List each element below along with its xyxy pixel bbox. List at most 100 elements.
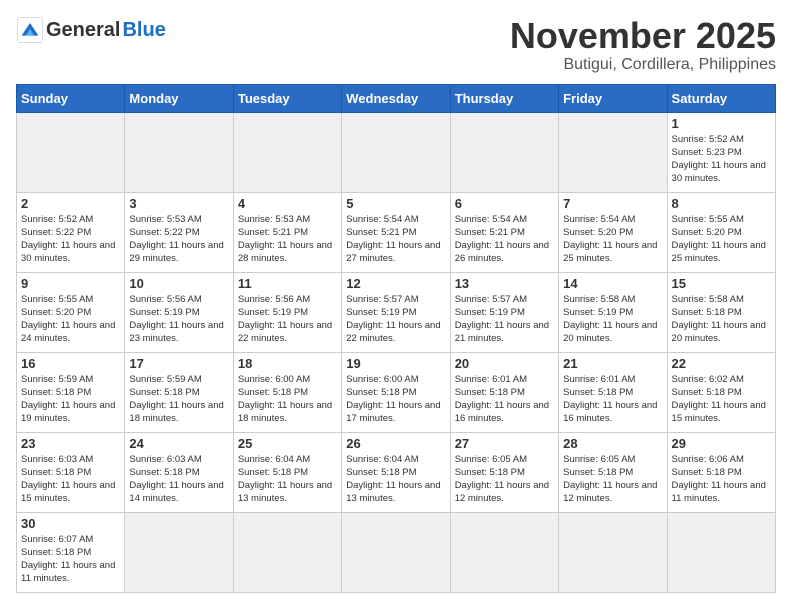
calendar-cell: 3Sunrise: 5:53 AMSunset: 5:22 PMDaylight… — [125, 192, 233, 272]
weekday-header-row: SundayMondayTuesdayWednesdayThursdayFrid… — [17, 84, 776, 112]
day-number: 18 — [238, 356, 337, 371]
calendar-cell: 29 Sunrise: 6:06 AMSunset: 5:18 PMDayligh… — [667, 432, 775, 512]
calendar-cell — [233, 112, 341, 192]
calendar-cell: 11Sunrise: 5:56 AMSunset: 5:19 PMDayligh… — [233, 272, 341, 352]
calendar-cell: 16Sunrise: 5:59 AMSunset: 5:18 PMDayligh… — [17, 352, 125, 432]
calendar-cell: 17Sunrise: 5:59 AMSunset: 5:18 PMDayligh… — [125, 352, 233, 432]
calendar-cell: 5Sunrise: 5:54 AMSunset: 5:21 PMDaylight… — [342, 192, 450, 272]
calendar-cell: 27 Sunrise: 6:05 AMSunset: 5:18 PMDayligh… — [450, 432, 558, 512]
calendar-cell: 26Sunrise: 6:04 AMSunset: 5:18 PMDayligh… — [342, 432, 450, 512]
calendar-cell — [342, 112, 450, 192]
day-number: 8 — [672, 196, 771, 211]
logo: GeneralBlue — [16, 16, 166, 44]
generalblue-icon — [16, 16, 44, 44]
day-info: Sunrise: 6:00 AMSunset: 5:18 PMDaylight:… — [346, 373, 445, 426]
calendar-cell: 1Sunrise: 5:52 AMSunset: 5:23 PMDaylight… — [667, 112, 775, 192]
day-info: Sunrise: 5:56 AMSunset: 5:19 PMDaylight:… — [238, 293, 337, 346]
calendar-cell — [342, 512, 450, 592]
calendar-cell: 25 Sunrise: 6:04 AMSunset: 5:18 PMDayligh… — [233, 432, 341, 512]
weekday-header-thursday: Thursday — [450, 84, 558, 112]
calendar-cell — [17, 112, 125, 192]
day-number: 29 — [672, 436, 771, 451]
day-number: 28 — [563, 436, 662, 451]
calendar-cell: 24 Sunrise: 6:03 AMSunset: 5:18 PMDayligh… — [125, 432, 233, 512]
day-number: 25 — [238, 436, 337, 451]
calendar-cell: 23Sunrise: 6:03 AMSunset: 5:18 PMDayligh… — [17, 432, 125, 512]
day-info: Sunrise: 5:57 AMSunset: 5:19 PMDaylight:… — [346, 293, 445, 346]
weekday-header-saturday: Saturday — [667, 84, 775, 112]
day-info: Sunrise: 5:54 AMSunset: 5:21 PMDaylight:… — [455, 213, 554, 266]
week-row-2: 2Sunrise: 5:52 AMSunset: 5:22 PMDaylight… — [17, 192, 776, 272]
day-number: 4 — [238, 196, 337, 211]
calendar-cell: 13 Sunrise: 5:57 AMSunset: 5:19 PMDayligh… — [450, 272, 558, 352]
day-number: 10 — [129, 276, 228, 291]
day-info: Sunrise: 5:57 AMSunset: 5:19 PMDaylight:… — [455, 293, 554, 346]
day-number: 2 — [21, 196, 120, 211]
calendar-cell — [125, 112, 233, 192]
week-row-6: 30 Sunrise: 6:07 AMSunset: 5:18 PMDayligh… — [17, 512, 776, 592]
calendar-cell: 22Sunrise: 6:02 AMSunset: 5:18 PMDayligh… — [667, 352, 775, 432]
day-info: Sunrise: 6:06 AMSunset: 5:18 PMDaylight:… — [672, 453, 771, 506]
day-number: 22 — [672, 356, 771, 371]
calendar-cell: 19 Sunrise: 6:00 AMSunset: 5:18 PMDayligh… — [342, 352, 450, 432]
day-number: 24 — [129, 436, 228, 451]
weekday-header-sunday: Sunday — [17, 84, 125, 112]
day-info: Sunrise: 6:04 AMSunset: 5:18 PMDaylight:… — [238, 453, 337, 506]
calendar-cell — [233, 512, 341, 592]
calendar-cell — [559, 512, 667, 592]
calendar-cell: 6Sunrise: 5:54 AMSunset: 5:21 PMDaylight… — [450, 192, 558, 272]
day-number: 26 — [346, 436, 445, 451]
day-info: Sunrise: 5:52 AMSunset: 5:23 PMDaylight:… — [672, 133, 771, 186]
day-number: 7 — [563, 196, 662, 211]
calendar-cell: 18Sunrise: 6:00 AMSunset: 5:18 PMDayligh… — [233, 352, 341, 432]
calendar-cell: 4 Sunrise: 5:53 AMSunset: 5:21 PMDaylight… — [233, 192, 341, 272]
day-number: 15 — [672, 276, 771, 291]
day-number: 27 — [455, 436, 554, 451]
weekday-header-monday: Monday — [125, 84, 233, 112]
calendar-cell — [667, 512, 775, 592]
day-info: Sunrise: 6:05 AMSunset: 5:18 PMDaylight:… — [455, 453, 554, 506]
week-row-5: 23Sunrise: 6:03 AMSunset: 5:18 PMDayligh… — [17, 432, 776, 512]
day-info: Sunrise: 5:54 AMSunset: 5:20 PMDaylight:… — [563, 213, 662, 266]
day-info: Sunrise: 5:53 AMSunset: 5:21 PMDaylight:… — [238, 213, 337, 266]
weekday-header-wednesday: Wednesday — [342, 84, 450, 112]
month-title: November 2025 — [510, 16, 776, 56]
day-info: Sunrise: 6:03 AMSunset: 5:18 PMDaylight:… — [129, 453, 228, 506]
day-info: Sunrise: 5:53 AMSunset: 5:22 PMDaylight:… — [129, 213, 228, 266]
day-info: Sunrise: 5:58 AMSunset: 5:19 PMDaylight:… — [563, 293, 662, 346]
day-info: Sunrise: 6:01 AMSunset: 5:18 PMDaylight:… — [563, 373, 662, 426]
day-info: Sunrise: 6:01 AMSunset: 5:18 PMDaylight:… — [455, 373, 554, 426]
day-number: 12 — [346, 276, 445, 291]
calendar-cell: 8 Sunrise: 5:55 AMSunset: 5:20 PMDaylight… — [667, 192, 775, 272]
week-row-4: 16 Sunrise: 5:59 AMSunset: 5:18 PMDayligh… — [17, 352, 776, 432]
day-info: Sunrise: 5:55 AMSunset: 5:20 PMDaylight:… — [672, 213, 771, 266]
day-number: 14 — [563, 276, 662, 291]
header: GeneralBlue November 2025 Butigui, Cordi… — [16, 16, 776, 74]
day-info: Sunrise: 5:54 AMSunset: 5:21 PMDaylight:… — [346, 213, 445, 266]
day-number: 30 — [21, 516, 120, 531]
calendar-cell: 21 Sunrise: 6:01 AMSunset: 5:18 PMDayligh… — [559, 352, 667, 432]
day-number: 9 — [21, 276, 120, 291]
day-info: Sunrise: 5:58 AMSunset: 5:18 PMDaylight:… — [672, 293, 771, 346]
title-area: November 2025 Butigui, Cordillera, Phili… — [510, 16, 776, 74]
location-title: Butigui, Cordillera, Philippines — [510, 56, 776, 74]
day-info: Sunrise: 6:07 AMSunset: 5:18 PMDaylight:… — [21, 533, 120, 586]
calendar-table: SundayMondayTuesdayWednesdayThursdayFrid… — [16, 84, 776, 593]
calendar-cell — [450, 112, 558, 192]
day-info: Sunrise: 6:03 AMSunset: 5:18 PMDaylight:… — [21, 453, 120, 506]
weekday-header-friday: Friday — [559, 84, 667, 112]
calendar-cell: 7 Sunrise: 5:54 AMSunset: 5:20 PMDaylight… — [559, 192, 667, 272]
calendar-cell: 28Sunrise: 6:05 AMSunset: 5:18 PMDayligh… — [559, 432, 667, 512]
logo-area: GeneralBlue — [16, 16, 166, 44]
day-number: 19 — [346, 356, 445, 371]
day-number: 16 — [21, 356, 120, 371]
day-number: 21 — [563, 356, 662, 371]
day-number: 20 — [455, 356, 554, 371]
weekday-header-tuesday: Tuesday — [233, 84, 341, 112]
calendar-cell — [450, 512, 558, 592]
calendar-cell: 20 Sunrise: 6:01 AMSunset: 5:18 PMDayligh… — [450, 352, 558, 432]
day-info: Sunrise: 5:59 AMSunset: 5:18 PMDaylight:… — [129, 373, 228, 426]
day-info: Sunrise: 5:56 AMSunset: 5:19 PMDaylight:… — [129, 293, 228, 346]
day-number: 13 — [455, 276, 554, 291]
logo-blue-text: Blue — [122, 19, 165, 42]
